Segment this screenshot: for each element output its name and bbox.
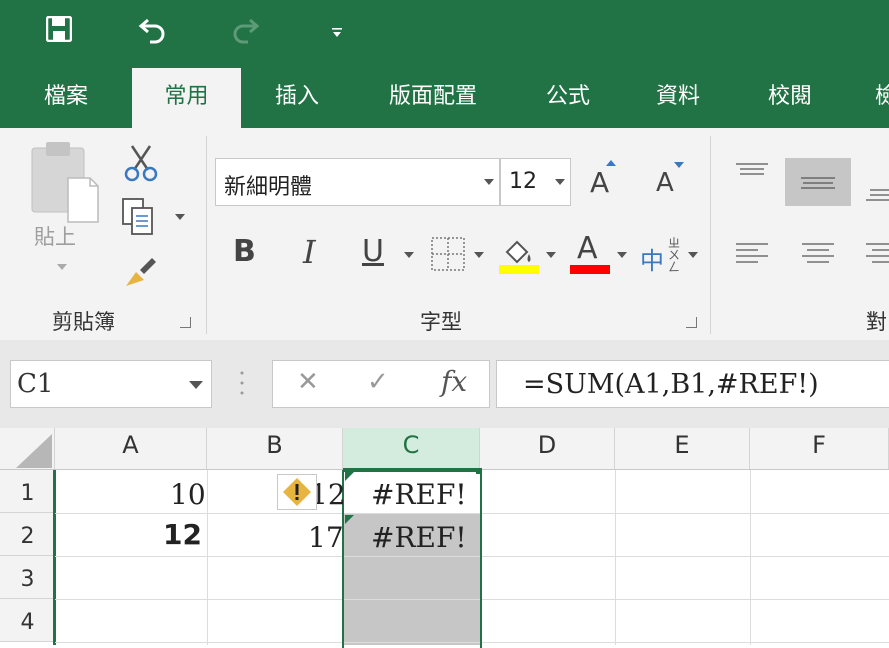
font-launcher-icon[interactable] [686,317,697,328]
ribbon-tabs: 檔案 常用 插入 版面配置 公式 資料 校閱 檢 [0,68,889,128]
formula-buttons: ✕ ✓ fx [272,360,490,408]
name-box[interactable]: C1 [10,360,212,408]
chevron-down-icon [484,179,494,185]
tab-review[interactable]: 校閱 [750,68,830,128]
worksheet-grid: A B C D E F 1 2 3 4 10 12 #REF! 12 17 #R… [0,428,889,648]
cut-icon[interactable] [124,144,158,182]
row-header-1[interactable]: 1 [0,470,55,513]
column-header-a[interactable]: A [55,428,207,470]
column-header-e[interactable]: E [615,428,750,470]
cancel-icon[interactable]: ✕ [297,367,319,397]
column-header-b[interactable]: B [207,428,343,470]
fill-color-swatch [499,265,539,274]
insert-function-icon[interactable]: fx [441,365,467,398]
cell-c1[interactable]: #REF! [371,478,467,511]
error-indicator-icon [345,515,354,524]
clipboard-group-label: 剪貼簿 [52,310,115,334]
italic-button[interactable]: I [303,233,316,271]
paste-dropdown-icon[interactable] [57,264,67,270]
align-right-icon[interactable] [866,242,889,268]
grid-line [750,470,751,645]
paste-icon[interactable] [30,142,100,230]
font-group-label: 字型 [420,310,462,334]
fill-color-dropdown-icon[interactable] [546,252,556,258]
formula-bar-area: C1 ✕ ✓ fx =SUM(A1,B1,#REF!) [0,340,889,428]
font-name-dropdown[interactable]: 新細明體 [215,158,500,206]
phonetic-label: 中 [640,247,664,275]
cell-a1[interactable]: 10 [170,478,206,511]
row-header-3[interactable]: 3 [0,556,55,599]
formula-bar-grip-icon [240,370,244,396]
formula-text: =SUM(A1,B1,#REF!) [523,369,819,400]
phonetic-small-icon: ㄓㄨㄥ [668,236,681,274]
arrow-up-icon [606,160,616,166]
customize-qat-icon[interactable] [330,24,344,37]
cell-a2[interactable]: 12 [163,518,202,551]
borders-icon[interactable] [431,237,465,271]
font-name-value: 新細明體 [224,175,313,200]
tab-view[interactable]: 檢 [866,68,889,128]
font-color-swatch [570,265,610,274]
align-middle-icon[interactable] [785,158,851,206]
ribbon: 貼上 剪貼簿 新細明體 12 A A B I U A 中 ㄓ ㄨ ㄥ 字型 對 [0,128,889,340]
name-box-value: C1 [17,369,54,399]
tab-home[interactable]: 常用 [132,68,241,128]
paste-label[interactable]: 貼上 [34,221,76,251]
save-icon[interactable] [45,15,73,43]
chevron-down-icon [189,381,203,389]
align-center-icon[interactable] [802,242,834,268]
tab-formulas[interactable]: 公式 [530,68,606,128]
copy-icon[interactable] [122,198,156,236]
copy-dropdown-icon[interactable] [175,214,185,220]
font-color-dropdown-icon[interactable] [617,252,627,258]
arrow-down-icon [674,162,684,168]
format-painter-icon[interactable] [122,256,158,288]
underline-button[interactable]: U [362,234,384,269]
quick-access-toolbar [0,0,889,68]
borders-dropdown-icon[interactable] [474,252,484,258]
grid-line [615,470,616,645]
cell-b2[interactable]: 17 [308,521,344,554]
undo-icon[interactable] [138,16,168,44]
column-header-d[interactable]: D [480,428,615,470]
align-top-icon[interactable] [736,162,768,182]
phonetic-guide-button[interactable]: 中 ㄓㄨㄥ [640,235,684,275]
shrink-font-button[interactable]: A [656,162,686,198]
selected-row-indicator [53,470,56,645]
group-separator [710,136,711,334]
fill-handle[interactable] [476,468,482,474]
enter-icon[interactable]: ✓ [367,367,389,397]
redo-icon [230,16,260,44]
align-bottom-icon[interactable] [866,184,889,204]
chevron-down-icon [555,179,565,185]
phonetic-dropdown-icon[interactable] [688,252,698,258]
group-separator [206,136,207,334]
formula-input[interactable]: =SUM(A1,B1,#REF!) [496,360,889,408]
error-indicator-icon [345,472,354,481]
grid-line [207,470,208,645]
shrink-font-letter: A [656,168,674,198]
grow-font-button[interactable]: A [590,160,620,199]
tab-page-layout[interactable]: 版面配置 [370,68,496,128]
font-size-dropdown[interactable]: 12 [500,158,571,206]
font-size-value: 12 [509,169,537,194]
column-header-f[interactable]: F [750,428,889,470]
row-header-4[interactable]: 4 [0,599,55,642]
grow-font-letter: A [590,166,610,199]
underline-dropdown-icon[interactable] [404,252,414,258]
tab-insert[interactable]: 插入 [255,68,339,128]
cell-c2[interactable]: #REF! [371,521,467,554]
row-header-2[interactable]: 2 [0,513,55,556]
alignment-group-label: 對 [866,310,887,334]
tab-data[interactable]: 資料 [638,68,718,128]
clipboard-launcher-icon[interactable] [180,317,191,328]
align-left-icon[interactable] [736,242,768,268]
error-warning-button[interactable] [277,474,317,510]
tab-file[interactable]: 檔案 [18,68,114,128]
bold-button[interactable]: B [233,234,256,269]
column-header-c[interactable]: C [343,428,480,470]
select-all-button[interactable] [0,428,55,470]
font-color-letter[interactable]: A [577,231,598,266]
